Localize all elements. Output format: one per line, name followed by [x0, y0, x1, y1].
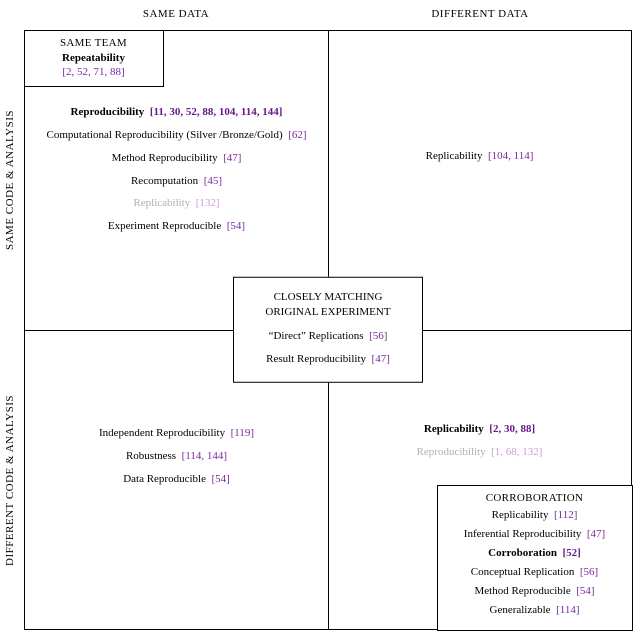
axis-different-data: DIFFERENT DATA — [328, 8, 632, 20]
center-box: CLOSELY MATCHING ORIGINAL EXPERIMENT “Di… — [233, 277, 423, 383]
corrob-e2: Inferential Reproducibility [47] — [444, 527, 626, 542]
bl-e1: Independent Reproducibility [119] — [33, 426, 320, 441]
center-e1: “Direct” Replications [56] — [242, 329, 414, 344]
tr-e1: Replicability [104, 114] — [336, 149, 623, 164]
corrob-e6: Generalizable [114] — [444, 603, 626, 618]
center-e2: Result Reproducibility [47] — [242, 351, 414, 366]
br-e1: Replicability [2, 30, 88] — [336, 422, 623, 437]
tl-e1: Reproducibility [11, 30, 52, 88, 104, 11… — [33, 105, 320, 120]
quadrant-grid: SAME TEAM Repeatability [2, 52, 71, 88] … — [24, 30, 632, 630]
corroboration-title: CORROBORATION — [444, 492, 626, 504]
bl-e2: Robustness [114, 144] — [33, 449, 320, 464]
br-e2: Reproducibility [1, 68, 132] — [336, 445, 623, 460]
corrob-e4: Conceptual Replication [56] — [444, 565, 626, 580]
corrob-e5: Method Reproducible [54] — [444, 584, 626, 599]
bl-e3: Data Reproducible [54] — [33, 472, 320, 487]
corrob-e1: Replicability [112] — [444, 508, 626, 523]
tl-e2: Computational Reproducibility (Silver /B… — [33, 128, 320, 143]
center-title: CLOSELY MATCHING ORIGINAL EXPERIMENT — [242, 290, 414, 321]
tl-e4: Recomputation [45] — [33, 174, 320, 189]
tl-e3: Method Reproducibility [47] — [33, 151, 320, 166]
corrob-e3: Corroboration [52] — [444, 546, 626, 561]
corroboration-inset: CORROBORATION Replicability [112] Infere… — [437, 485, 633, 630]
axis-same-code: SAME CODE & ANALYSIS — [4, 30, 16, 330]
tl-e6: Experiment Reproducible [54] — [33, 219, 320, 234]
axis-different-code: DIFFERENT CODE & ANALYSIS — [4, 330, 16, 630]
tl-e5: Replicability [132] — [33, 196, 320, 211]
axis-same-data: SAME DATA — [24, 8, 328, 20]
